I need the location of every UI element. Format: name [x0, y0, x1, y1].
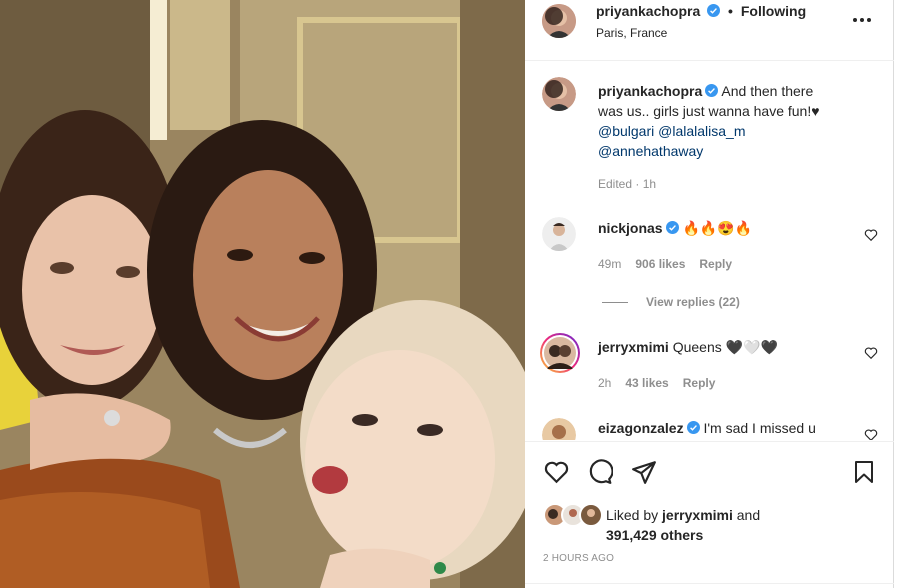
- post-timestamp[interactable]: 2 HOURS AGO: [543, 553, 614, 564]
- mention-bulgari[interactable]: @bulgari: [598, 123, 654, 139]
- comment-likes[interactable]: 906 likes: [635, 257, 685, 271]
- header-location[interactable]: Paris, France: [596, 26, 667, 40]
- comment-meta-jerryxmimi: 2h 43 likes Reply: [598, 376, 729, 390]
- liked-by-and: and: [736, 507, 761, 523]
- comment-text: Queens 🖤🤍🖤: [672, 339, 778, 355]
- comment-like-heart-icon[interactable]: [864, 346, 878, 360]
- comment-avatar-eizagonzalez[interactable]: [542, 418, 576, 440]
- verified-badge-icon: [665, 221, 679, 234]
- avatar-image: [542, 77, 576, 111]
- liked-by-avatars[interactable]: [543, 503, 603, 527]
- comment-age[interactable]: 49m: [598, 257, 621, 271]
- verified-badge-icon: [686, 421, 700, 434]
- comment-bubble-icon[interactable]: [587, 459, 613, 485]
- comment-text: 🔥🔥😍🔥: [682, 220, 753, 236]
- post-photo-illustration: [0, 0, 525, 588]
- liked-by-user[interactable]: jerryxmimi: [662, 507, 733, 523]
- comment-likes[interactable]: 43 likes: [625, 376, 668, 390]
- reply-button[interactable]: Reply: [699, 257, 732, 271]
- comment-line-eizagonzalez: eizagonzalez I'm sad I missed u: [598, 420, 816, 436]
- avatar-image: [542, 217, 576, 251]
- caption-line1: And then there: [721, 83, 814, 99]
- share-paper-plane-icon[interactable]: [631, 459, 657, 485]
- liked-by-avatar-stack: [543, 503, 603, 527]
- reply-button[interactable]: Reply: [683, 376, 716, 390]
- comment-username[interactable]: eizagonzalez: [598, 420, 684, 436]
- comment-username[interactable]: jerryxmimi: [598, 339, 669, 355]
- caption-dot: ·: [635, 177, 640, 191]
- comment-avatar-jerryxmimi[interactable]: [540, 333, 580, 373]
- comment-age[interactable]: 2h: [598, 376, 611, 390]
- liked-by-count[interactable]: 391,429 others: [606, 527, 703, 543]
- more-horizontal-icon[interactable]: [852, 17, 872, 23]
- like-heart-icon[interactable]: [543, 459, 570, 485]
- following-button[interactable]: Following: [741, 3, 806, 19]
- comment-clip-eizagonzalez: eizagonzalez I'm sad I missed u: [525, 410, 893, 440]
- save-bookmark-icon[interactable]: [852, 459, 876, 485]
- mention-annehathaway[interactable]: @annehathaway: [598, 143, 703, 159]
- caption-meta: Edited · 1h: [598, 177, 656, 191]
- caption-line2: was us.. girls just wanna have fun!♥: [598, 103, 820, 119]
- edited-label: Edited: [598, 177, 633, 191]
- post-photo[interactable]: [0, 0, 525, 588]
- bottom-divider: [525, 583, 894, 584]
- verified-badge-icon: [705, 84, 719, 97]
- view-replies-button[interactable]: View replies (22): [646, 295, 740, 309]
- header-user-line: priyankachopra • Following: [596, 3, 806, 19]
- caption-text: priyankachopra And then there was us.. g…: [598, 81, 868, 161]
- comment-avatar-nickjonas[interactable]: [542, 217, 576, 251]
- header-username[interactable]: priyankachopra: [596, 3, 700, 19]
- avatar-image: [542, 418, 576, 440]
- header-avatar[interactable]: [542, 4, 576, 38]
- header-divider: [525, 60, 894, 61]
- caption-time[interactable]: 1h: [643, 177, 656, 191]
- avatar-image: [544, 337, 576, 369]
- comment-like-heart-icon[interactable]: [864, 428, 878, 440]
- liked-by-text: Liked by jerryxmimi and 391,429 others: [606, 505, 826, 545]
- header-separator: •: [728, 3, 733, 19]
- comment-like-heart-icon[interactable]: [864, 228, 878, 242]
- verified-badge-icon: [707, 4, 721, 17]
- caption-avatar[interactable]: [542, 77, 576, 111]
- comment-line-nickjonas: nickjonas 🔥🔥😍🔥: [598, 220, 752, 237]
- avatar-ring-inner: [542, 335, 578, 371]
- mention-lalalalisa[interactable]: @lalalalisa_m: [658, 123, 745, 139]
- comment-username[interactable]: nickjonas: [598, 220, 663, 236]
- actions-divider: [525, 441, 894, 442]
- comment-line-jerryxmimi: jerryxmimi Queens 🖤🤍🖤: [598, 339, 778, 356]
- comment-text: I'm sad I missed u: [703, 420, 816, 436]
- panel-border: [893, 0, 894, 588]
- liked-by-prefix: Liked by: [606, 507, 659, 523]
- view-replies-line: [602, 302, 628, 303]
- comment-meta-nickjonas: 49m 906 likes Reply: [598, 257, 746, 271]
- caption-username[interactable]: priyankachopra: [598, 83, 702, 99]
- avatar-image: [542, 4, 576, 38]
